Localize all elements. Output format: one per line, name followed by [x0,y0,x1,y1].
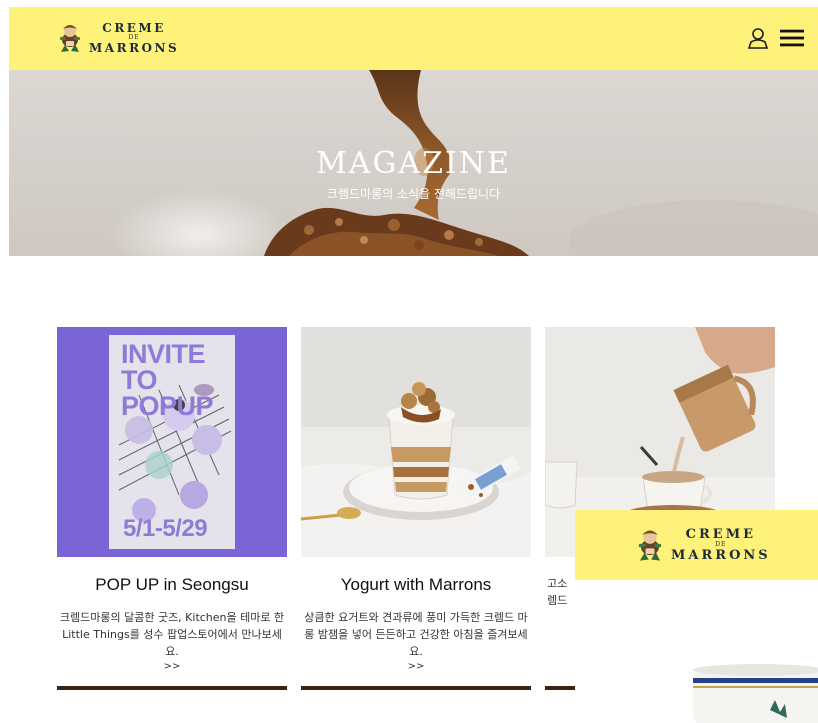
card-title[interactable]: Yogurt with Marrons [301,575,531,595]
card-description: 상큼한 요거트와 견과류에 풍미 가득한 크렘드 마롱 밤잼을 넣어 든든하고 … [304,611,528,658]
poster-dates: 5/1-5/29 [123,515,208,542]
card-divider [301,686,531,690]
brand-wordmark: CREME DE MARRONS [89,22,179,54]
brand-logo[interactable]: CREME DE MARRONS [57,21,179,55]
magazine-card-popup[interactable]: INVITE TO POPUP 5/1-5/29 POP UP in Seong… [57,327,287,690]
hero-title: MAGAZINE [316,146,511,181]
menu-icon[interactable] [780,26,804,50]
brand-line-3: MARRONS [89,41,180,55]
popup-poster: INVITE TO POPUP 5/1-5/29 [109,335,235,549]
chestnut-mascot-icon [635,526,665,564]
header-actions [746,26,804,50]
popup-brand-logo: CREME DE MARRONS [635,526,771,564]
brand-line-1: CREME [102,21,166,35]
magazine-hero-banner: MAGAZINE 크렘드마롱의 소식을 전해드립니다 [9,70,818,256]
card-image-yogurt[interactable] [301,327,531,557]
popup-brand-wordmark: CREME DE MARRONS [671,528,771,562]
promo-popup[interactable]: CREME DE MARRONS [575,510,818,723]
card-image-popup-poster[interactable]: INVITE TO POPUP 5/1-5/29 [57,327,287,557]
popup-product-jar-image [693,664,818,723]
user-icon[interactable] [746,26,770,50]
card-title[interactable]: POP UP in Seongsu [57,575,287,595]
magazine-card-yogurt[interactable]: Yogurt with Marrons 상큼한 요거트와 견과류에 풍미 가득한… [301,327,531,690]
poster-headline-3: POPUP [121,391,214,421]
hero-subtitle: 크렘드마롱의 소식을 전해드립니다 [326,187,501,201]
brand-line-3: MARRONS [671,548,771,563]
poster-headline-1: INVITE [121,339,206,369]
poster-headline: INVITE TO POPUP [121,339,214,421]
card-divider [57,686,287,690]
site-header: CREME DE MARRONS [9,7,818,70]
yogurt-photo [301,327,531,557]
chestnut-mascot-icon [57,21,83,55]
card-more-link[interactable]: >> [57,660,287,674]
popup-header: CREME DE MARRONS [575,510,818,580]
card-description: 크렘드마롱의 달콤한 굿즈, Kitchen을 테마로 한 Little Thi… [59,611,285,658]
brand-line-1: CREME [685,527,757,542]
poster-headline-2: TO [121,365,158,395]
card-more-link[interactable]: >> [301,660,531,674]
